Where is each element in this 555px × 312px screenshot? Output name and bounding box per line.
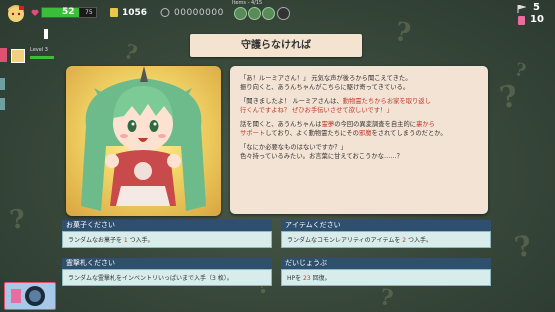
bg-question-mark: ? bbox=[511, 228, 535, 265]
player-avatar-icon bbox=[8, 5, 24, 22]
item-slot[interactable] bbox=[277, 7, 290, 20]
side-tab[interactable] bbox=[0, 78, 5, 90]
option-title: 霊撃札ください bbox=[62, 258, 272, 269]
bg-question-mark: ? bbox=[392, 16, 414, 50]
camera-icon bbox=[11, 286, 45, 306]
party-hp-bar bbox=[30, 56, 54, 59]
option-snacks[interactable]: お菓子ください ランダムなお菓子を 1 つ入手。 bbox=[62, 220, 272, 248]
option-text: HPを bbox=[287, 275, 304, 282]
items-label: Items - 4/15 bbox=[232, 0, 263, 6]
option-text: 回復。 bbox=[310, 275, 331, 282]
dialog-paragraph: 「なにか必要なものはないですか？」 色々持っているみたい。お言葉に甘えておこうか… bbox=[240, 144, 403, 160]
option-text: ランダムなお菓子を bbox=[68, 237, 124, 244]
bg-question-mark: ? bbox=[512, 58, 529, 83]
score-icon bbox=[160, 8, 170, 17]
option-description: ランダムなコモンレアリティのアイテムを 2 つ入手。 bbox=[281, 231, 491, 248]
bg-question-mark: ? bbox=[497, 78, 521, 117]
dialog-highlight: 霊夢 bbox=[321, 121, 335, 128]
dialog-box: 「あ！ルーミアさん！」 元気な声が後ろから聞こえてきた。 振り向くと、あうんちゃ… bbox=[230, 66, 488, 214]
counter-top: 5 bbox=[533, 2, 540, 13]
dialog-highlight: 動物霊たちからお家を取り返し bbox=[342, 98, 431, 105]
hp-max: 75 bbox=[85, 9, 93, 16]
side-tab[interactable] bbox=[0, 48, 7, 62]
dialog-paragraph: 「あ！ルーミアさん！」 元気な声が後ろから聞こえてきた。 振り向くと、あうんちゃ… bbox=[240, 75, 412, 91]
option-spell-cards[interactable]: 霊撃札ください ランダムな霊撃札をインベントリいっぱいまで入手（3 枚）。 bbox=[62, 258, 272, 286]
option-description: ランダムなお菓子を 1 つ入手。 bbox=[62, 231, 272, 248]
hp-bar: 52 75 bbox=[41, 7, 97, 18]
option-text: ランダムな霊撃札をインベントリいっぱいまで入手（3 枚）。 bbox=[68, 275, 233, 282]
party-icon bbox=[11, 49, 25, 63]
option-text: ランダムなコモンレアリティのアイテムを bbox=[287, 237, 403, 244]
item-slot[interactable] bbox=[234, 7, 247, 20]
bg-question-mark: ? bbox=[377, 284, 396, 312]
dialog-text: 話を聞くと、あうんちゃんは bbox=[240, 121, 322, 128]
dialog-text: 「聞きましたよ！ ルーミアさんは、 bbox=[240, 98, 343, 105]
item-slot[interactable] bbox=[248, 7, 261, 20]
hp-value: 52 bbox=[62, 7, 75, 17]
dialog-paragraph: 「聞きましたよ！ ルーミアさんは、動物霊たちからお家を取り返し 行くんですよね？… bbox=[240, 97, 478, 115]
dialog-highlight: 裏から bbox=[416, 121, 435, 128]
card-icon bbox=[518, 16, 525, 25]
dialog-highlight: 邪魔 bbox=[358, 130, 372, 137]
aunn-character-image bbox=[81, 66, 206, 211]
option-title: お菓子ください bbox=[62, 220, 272, 231]
dialog-paragraph: 話を聞くと、あうんちゃんは霊夢の今回の異変調査を自主的に裏から サポートしており… bbox=[240, 120, 478, 138]
heart-icon bbox=[31, 9, 39, 16]
pause-indicator bbox=[44, 29, 48, 39]
dialog-text: の今回の異変調査を自主的に bbox=[334, 121, 417, 128]
option-description: ランダムな霊撃札をインベントリいっぱいまで入手（3 枚）。 bbox=[62, 269, 272, 286]
item-slot[interactable] bbox=[262, 7, 275, 20]
option-text: つ入手。 bbox=[127, 237, 154, 244]
coin-count: 1056 bbox=[122, 8, 148, 18]
character-portrait bbox=[66, 66, 221, 216]
dialog-highlight: 行くんですよね？ ぜひお手伝いさせて欲しいです！」 bbox=[240, 107, 393, 114]
score-value: 00000000 bbox=[174, 8, 224, 18]
option-items[interactable]: アイテムください ランダムなコモンレアリティのアイテムを 2 つ入手。 bbox=[281, 220, 491, 248]
camera-widget[interactable] bbox=[4, 282, 56, 310]
event-title: 守護らなければ bbox=[190, 34, 362, 57]
dialog-text: しており、よく動物霊たちにその bbox=[265, 130, 359, 137]
counter-bottom: 10 bbox=[530, 14, 544, 25]
option-title: だいじょうぶ bbox=[281, 258, 491, 269]
option-title: アイテムください bbox=[281, 220, 491, 231]
level-label: Level 3 bbox=[30, 47, 48, 53]
side-tab[interactable] bbox=[0, 98, 5, 110]
bg-question-mark: ? bbox=[121, 38, 141, 66]
flag-icon bbox=[517, 5, 526, 13]
dialog-highlight: サポート bbox=[240, 130, 266, 137]
game-screen: ? ? ? ? ? ? ? ? 52 75 1056 00000000 Item… bbox=[0, 0, 555, 312]
option-highlight: 23 bbox=[303, 275, 311, 282]
option-text: つ入手。 bbox=[406, 237, 432, 244]
option-description: HPを 23 回復。 bbox=[281, 269, 491, 286]
coin-icon bbox=[110, 8, 118, 17]
option-decline[interactable]: だいじょうぶ HPを 23 回復。 bbox=[281, 258, 491, 286]
bg-question-mark: ? bbox=[7, 204, 28, 236]
dialog-text: をされてしまうのだとか。 bbox=[371, 130, 447, 137]
